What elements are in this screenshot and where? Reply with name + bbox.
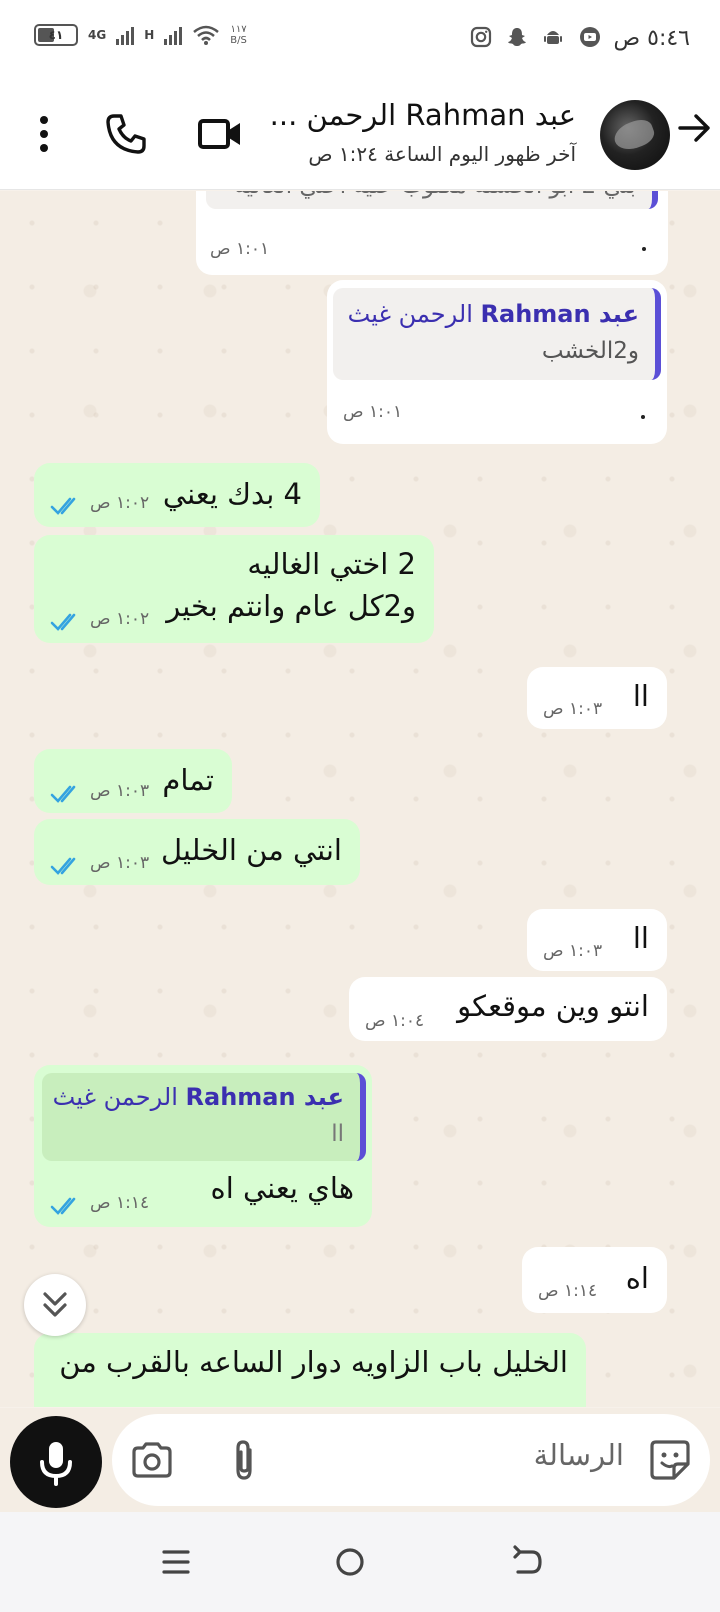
message-text: انتي من الخليل: [160, 833, 342, 867]
message-incoming[interactable]: اه ١:١٤ ص: [522, 1247, 667, 1313]
quoted-sender-name-bold: عبد Rahman: [185, 1083, 344, 1111]
message-outgoing[interactable]: عبد Rahman الرحمن غيث اا هاي يعني اه ١:١…: [34, 1065, 372, 1227]
message-time: ١:٠٣ ص: [90, 853, 150, 873]
message-line-2: و2كل عام وانتم بخير: [166, 589, 416, 623]
quoted-sender-name-rest: الرحمن غيث: [52, 1083, 178, 1111]
contact-name[interactable]: عبد Rahman الرحمن ...: [266, 98, 576, 132]
message-time: ١:١٤ ص: [538, 1281, 598, 1301]
message-time: ١:٠٤ ص: [365, 1011, 425, 1031]
battery-level: ٤١: [48, 28, 64, 42]
snapchat-icon: [508, 28, 526, 46]
android-icon: [544, 31, 562, 44]
status-left-group: ٤١ 4G H ١١٧ B/S: [34, 24, 247, 46]
message-text: 4 بدك يعني: [162, 477, 302, 511]
more-options-icon[interactable]: [20, 110, 68, 158]
message-time: ١:٠١ ص: [210, 239, 270, 259]
recent-apps-icon[interactable]: [156, 1542, 196, 1582]
quoted-message[interactable]: عبد Rahman الرحمن غيث اا: [42, 1073, 366, 1161]
message-outgoing[interactable]: 2 اختي الغاليه و2كل عام وانتم بخير ١:٠٢ …: [34, 535, 434, 643]
message-input-placeholder[interactable]: الرسالة: [534, 1438, 624, 1472]
network-speed-unit: B/S: [230, 35, 247, 46]
quoted-message-text: بني 2 ابو الحسنه مكتوب عليه اختي الغاليه: [234, 191, 636, 199]
read-receipt-icon: [50, 785, 76, 803]
back-nav-icon[interactable]: [506, 1542, 546, 1582]
message-time: ١:٠٢ ص: [90, 609, 150, 629]
message-line-1: 2 اختي الغاليه: [247, 547, 416, 581]
message-text: الخليل باب الزاويه دوار الساعه بالقرب من: [59, 1345, 568, 1379]
message-outgoing[interactable]: تمام ١:٠٣ ص: [34, 749, 232, 813]
home-icon[interactable]: [330, 1542, 370, 1582]
notification-icons: [470, 26, 602, 48]
message-input-field[interactable]: الرسالة: [112, 1414, 710, 1506]
quoted-sender-name: عبد Rahman الرحمن غيث: [53, 1083, 344, 1111]
message-outgoing[interactable]: انتي من الخليل ١:٠٣ ص: [34, 819, 360, 885]
message-incoming[interactable]: بني 2 ابو الحسنه مكتوب عليه اختي الغاليه…: [196, 191, 668, 275]
read-receipt-icon: [50, 497, 76, 515]
quoted-message-text: اا: [331, 1121, 344, 1147]
system-navigation-bar: [0, 1512, 720, 1612]
scroll-to-bottom-button[interactable]: [24, 1274, 86, 1336]
message-text: اه: [625, 1261, 649, 1295]
message-composer: الرسالة: [0, 1408, 720, 1512]
message-list[interactable]: بني 2 ابو الحسنه مكتوب عليه اختي الغاليه…: [0, 191, 720, 1407]
last-seen-status: آخر ظهور اليوم الساعة ١:٢٤ ص: [308, 142, 576, 166]
message-text: اا: [632, 679, 649, 713]
message-outgoing[interactable]: 4 بدك يعني ١:٠٢ ص: [34, 463, 320, 527]
message-text: تمام: [162, 763, 214, 797]
message-time: ١:٠٣ ص: [543, 941, 603, 961]
contact-avatar[interactable]: [600, 100, 670, 170]
message-outgoing[interactable]: الخليل باب الزاويه دوار الساعه بالقرب من: [34, 1333, 586, 1407]
back-arrow-icon[interactable]: [676, 110, 712, 146]
message-text: هاي يعني اه: [210, 1171, 355, 1205]
quoted-sender-name: عبد Rahman الرحمن غيث: [348, 300, 639, 328]
message-text: انتو وين موقعكو: [457, 989, 649, 1023]
clock: ٥:٤٦ ص: [613, 26, 690, 51]
voice-record-button[interactable]: [10, 1416, 102, 1508]
chat-header: عبد Rahman الرحمن ... آخر ظهور اليوم الس…: [0, 80, 720, 190]
network-speed: ١١٧ B/S: [230, 24, 247, 46]
network-type-h: H: [144, 28, 155, 42]
message-dot: [641, 415, 645, 419]
quoted-message[interactable]: بني 2 ابو الحسنه مكتوب عليه اختي الغاليه: [206, 191, 658, 209]
quoted-message-text: و2الخشب: [541, 338, 639, 364]
message-dot: [642, 247, 646, 251]
wifi-icon: [193, 25, 220, 45]
message-incoming[interactable]: انتو وين موقعكو ١:٠٤ ص: [349, 977, 667, 1041]
read-receipt-icon: [50, 1197, 76, 1215]
instagram-icon: [470, 26, 492, 48]
camera-icon[interactable]: [128, 1436, 176, 1484]
attachment-icon[interactable]: [220, 1436, 268, 1484]
quoted-message[interactable]: عبد Rahman الرحمن غيث و2الخشب: [333, 288, 661, 380]
message-time: ١:٠٢ ص: [90, 493, 150, 513]
read-receipt-icon: [50, 613, 76, 631]
message-text: اا: [632, 921, 649, 955]
message-incoming[interactable]: عبد Rahman الرحمن غيث و2الخشب ١:٠١ ص: [327, 280, 667, 444]
network-speed-value: ١١٧: [230, 24, 247, 35]
message-time: ١:١٤ ص: [90, 1193, 150, 1213]
battery-icon: ٤١: [34, 24, 78, 46]
message-time: ١:٠٣ ص: [543, 699, 603, 719]
sticker-emoji-icon[interactable]: [646, 1436, 694, 1484]
voice-call-icon[interactable]: [102, 110, 150, 158]
microphone-icon: [40, 1442, 72, 1486]
message-time: ١:٠٣ ص: [90, 781, 150, 801]
message-incoming[interactable]: اا ١:٠٣ ص: [527, 909, 667, 971]
video-call-icon[interactable]: [196, 110, 244, 158]
quoted-sender-name-bold: عبد Rahman: [480, 300, 639, 328]
message-time: ١:٠١ ص: [343, 402, 403, 422]
quoted-sender-name-rest: الرحمن غيث: [347, 300, 473, 328]
status-bar: ٤١ 4G H ١١٧ B/S ٥:٤٦ ص: [0, 0, 720, 80]
read-receipt-icon: [50, 857, 76, 875]
double-chevron-down-icon: [43, 1292, 67, 1317]
signal-strength-icon-2: [164, 25, 183, 45]
signal-strength-icon: [116, 25, 135, 45]
message-incoming[interactable]: اا ١:٠٣ ص: [527, 667, 667, 729]
network-type-4g: 4G: [88, 28, 107, 42]
youtube-icon: [580, 27, 600, 47]
